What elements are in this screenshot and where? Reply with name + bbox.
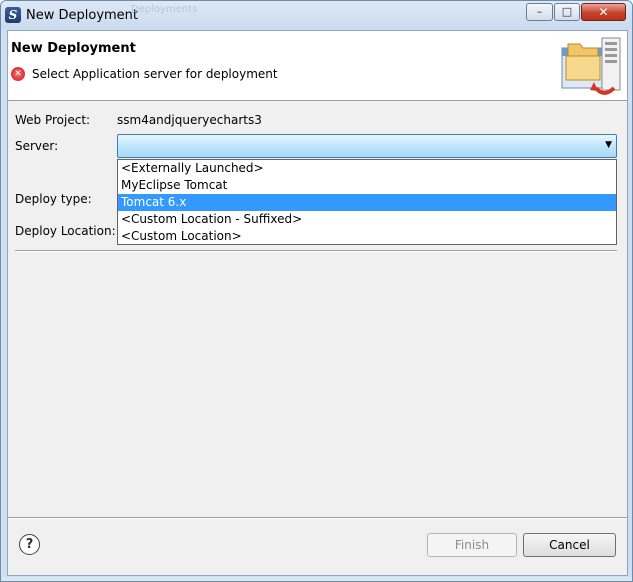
help-icon[interactable]: ? [19,534,40,555]
maximize-button[interactable]: □ [554,3,580,21]
page-title: New Deployment [11,41,136,56]
form-separator [15,250,617,252]
footer-separator [8,517,627,519]
window-bottom-edge [1,577,632,581]
server-option[interactable]: <Externally Launched> [118,160,616,177]
server-dropdown-list[interactable]: <Externally Launched> MyEclipse Tomcat T… [117,159,617,245]
deploy-location-label: Deploy Location: [15,224,116,238]
deploy-type-label: Deploy type: [15,192,92,206]
finish-button[interactable]: Finish [427,533,517,557]
deployment-banner-icon [561,37,621,95]
dialog-client-area: New Deployment ✕ Select Application serv… [7,30,628,576]
server-option-highlighted[interactable]: Tomcat 6.x [118,194,616,211]
web-project-label: Web Project: [15,113,91,127]
background-window-title: Deployments [131,4,198,15]
minimize-button[interactable]: – [526,3,553,21]
server-option[interactable]: <Custom Location - Suffixed> [118,211,616,228]
server-option[interactable]: <Custom Location> [118,228,616,245]
chevron-down-icon[interactable]: ▼ [605,140,612,150]
close-button[interactable]: ✕ [581,3,626,21]
page-message: Select Application server for deployment [32,67,278,81]
dialog-window: S New Deployment Deployments – □ ✕ New D… [0,0,633,582]
server-label: Server: [15,139,59,153]
myeclipse-app-icon: S [5,7,21,23]
server-combobox[interactable]: ▼ [117,134,617,158]
cancel-button[interactable]: Cancel [523,533,616,557]
server-option[interactable]: MyEclipse Tomcat [118,177,616,194]
error-icon: ✕ [11,67,25,81]
web-project-value: ssm4andjqueryecharts3 [117,113,262,127]
wizard-header: New Deployment ✕ Select Application serv… [8,31,627,101]
title-bar[interactable]: S New Deployment Deployments – □ ✕ [1,1,632,29]
window-title: New Deployment [26,8,139,23]
